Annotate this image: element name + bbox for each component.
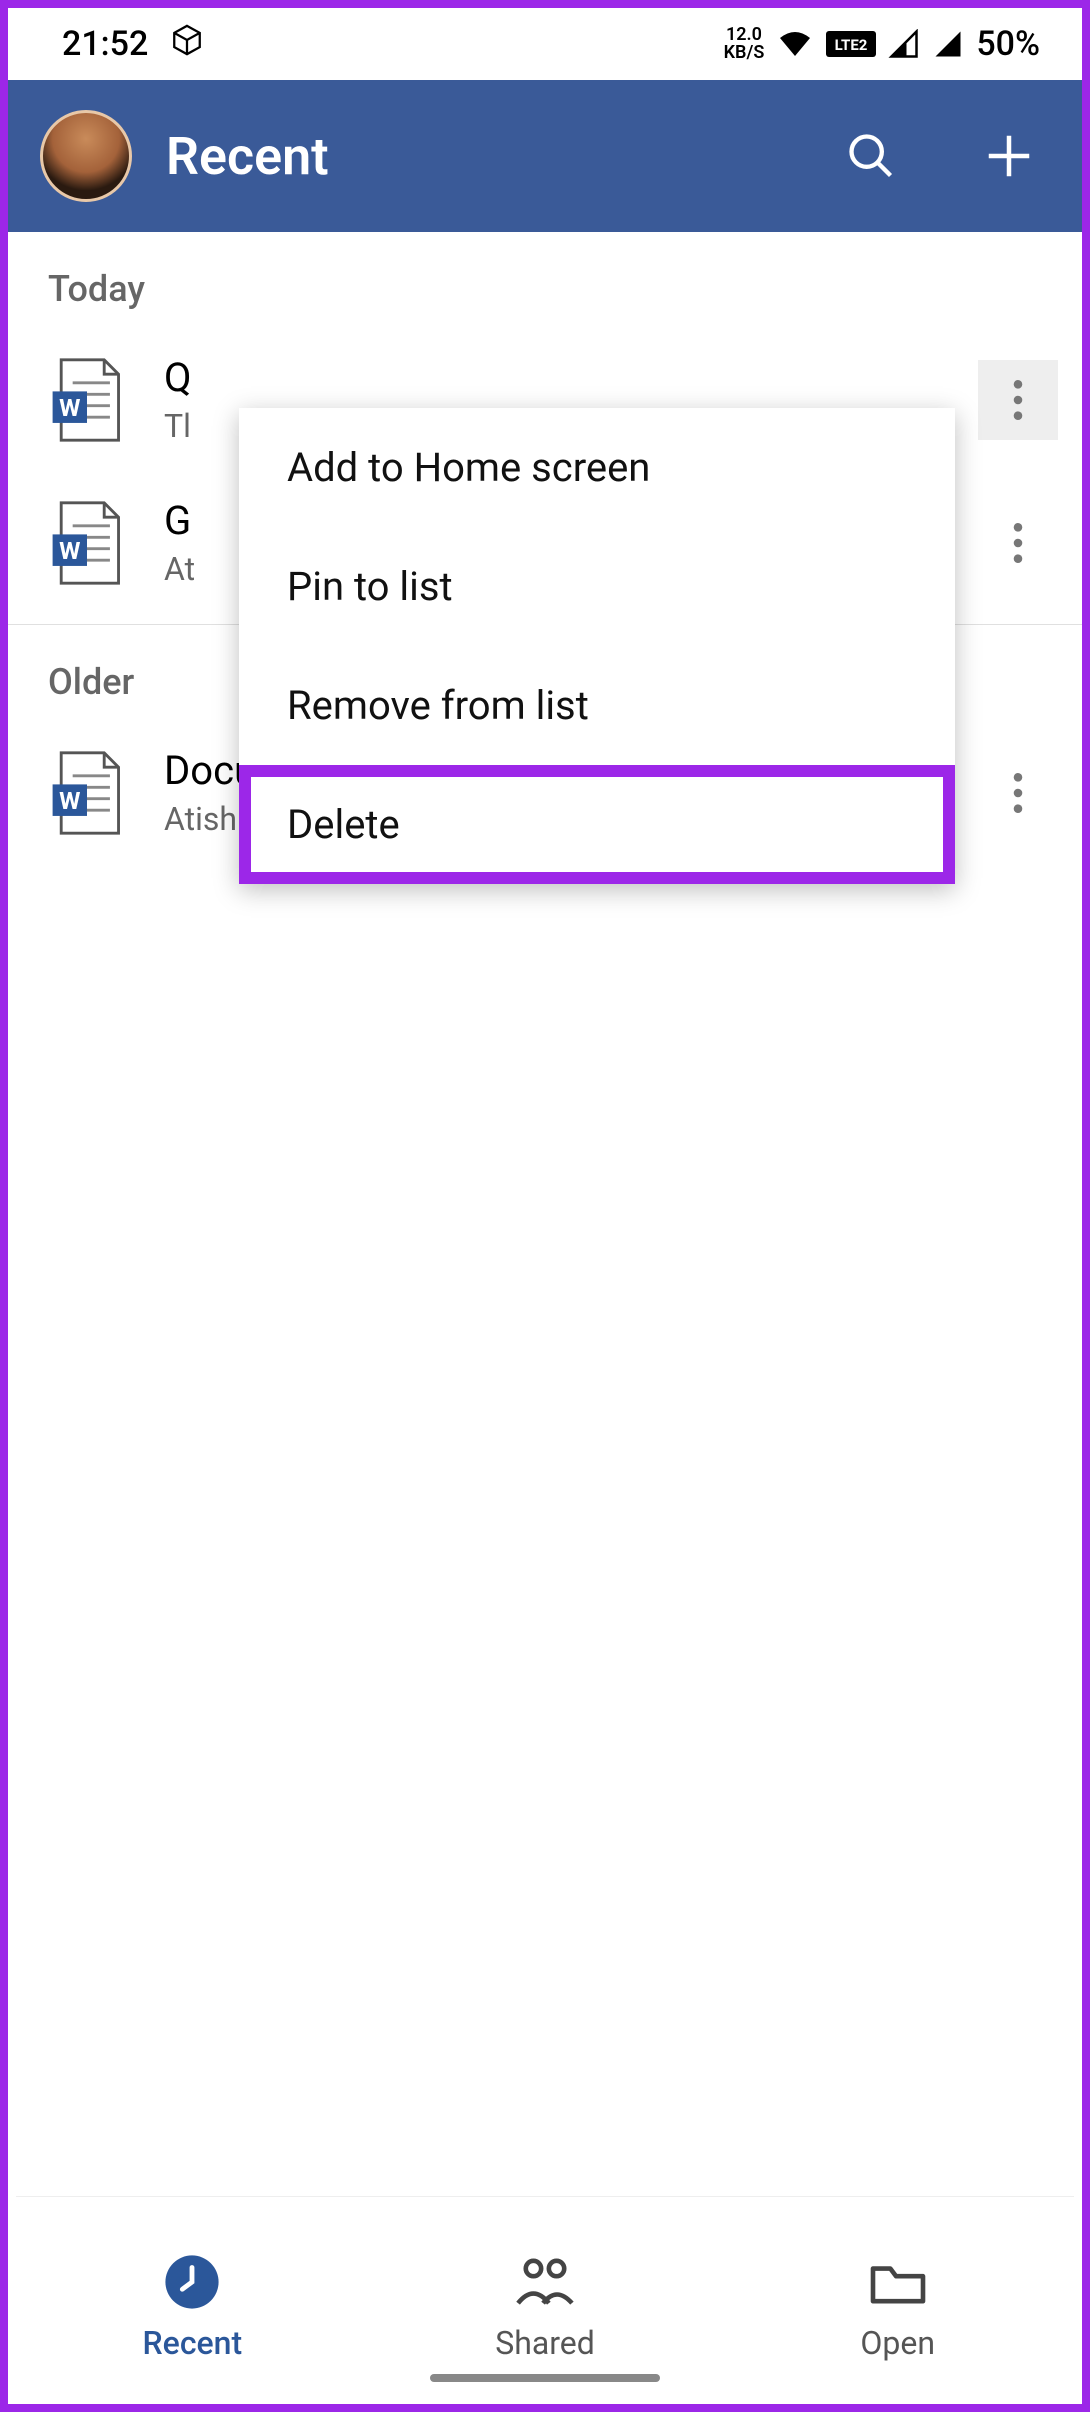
folder-icon (858, 2250, 938, 2314)
avatar[interactable] (40, 110, 132, 202)
svg-text:LTE2: LTE2 (835, 36, 868, 54)
section-header-today: Today (8, 232, 1082, 328)
word-doc-icon: W (52, 500, 122, 586)
signal-icon-2 (932, 29, 964, 59)
battery-percent: 50% (976, 24, 1040, 64)
word-doc-icon: W (52, 357, 122, 443)
nav-label: Open (860, 2324, 935, 2362)
more-button[interactable] (978, 753, 1058, 833)
nav-recent[interactable]: Recent (16, 2197, 369, 2396)
file-title: Q (164, 354, 936, 401)
shared-icon (505, 2250, 585, 2314)
app-indicator-icon (170, 23, 204, 66)
search-button[interactable] (836, 121, 906, 191)
app-bar: Recent (8, 80, 1082, 232)
svg-text:W: W (59, 392, 80, 421)
wifi-icon (776, 29, 814, 59)
nav-shared[interactable]: Shared (369, 2197, 722, 2396)
menu-delete[interactable]: Delete (239, 765, 955, 884)
menu-remove[interactable]: Remove from list (239, 646, 955, 765)
status-time: 21:52 (62, 24, 148, 64)
menu-add-home[interactable]: Add to Home screen (239, 408, 955, 527)
status-bar: 21:52 12.0 KB/S LTE2 50% (8, 8, 1082, 80)
more-button[interactable] (978, 503, 1058, 583)
volte-icon: LTE2 (826, 29, 876, 59)
svg-text:W: W (59, 785, 80, 814)
add-button[interactable] (974, 121, 1044, 191)
more-button[interactable] (978, 360, 1058, 440)
net-speed-icon: 12.0 KB/S (724, 26, 765, 62)
nav-label: Shared (495, 2324, 595, 2362)
page-title: Recent (166, 126, 802, 187)
bottom-nav: Recent Shared Open (16, 2196, 1074, 2396)
signal-icon-1 (888, 29, 920, 59)
nav-open[interactable]: Open (721, 2197, 1074, 2396)
context-menu: Add to Home screen Pin to list Remove fr… (239, 408, 955, 884)
home-indicator[interactable] (430, 2374, 660, 2382)
word-doc-icon: W (52, 750, 122, 836)
menu-pin[interactable]: Pin to list (239, 527, 955, 646)
nav-label: Recent (143, 2324, 243, 2362)
recent-icon (152, 2250, 232, 2314)
svg-text:W: W (59, 535, 80, 564)
